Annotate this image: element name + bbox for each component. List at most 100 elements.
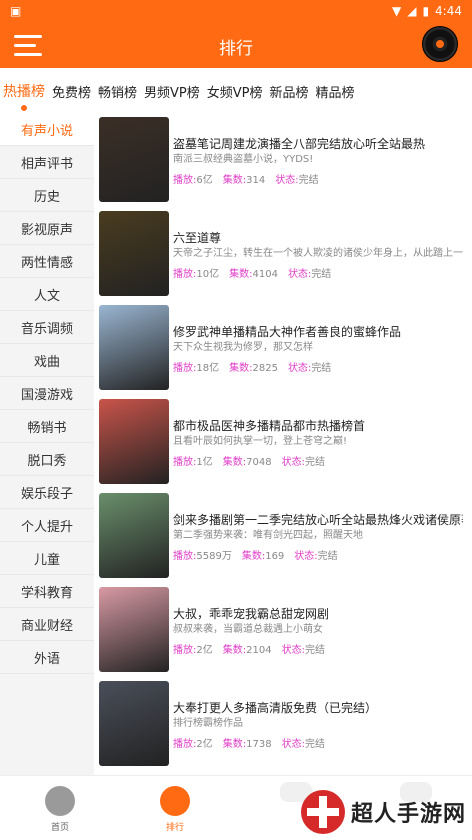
status-right: ▼ ◢ ▮ 4:44 [392,4,462,18]
watermark-logo-icon [300,790,345,834]
tab-female-vip[interactable]: 女频VP榜 [207,82,263,101]
status-label: 状态: [294,551,318,562]
tab-bestseller[interactable]: 畅销榜 [98,82,137,101]
app-root: ▣ ▼ ◢ ▮ 4:44 排行 热播榜 免费榜 畅销榜 男频VP榜 女频VP榜 … [0,0,472,840]
status-label: 状态: [275,175,299,186]
episodes-label: 集数: [222,739,247,750]
plays-label: 播放: [173,175,197,186]
sidebar-item-comedy[interactable]: 娱乐段子 [0,476,94,509]
nav-ranking-label: 排行 [165,823,184,833]
episodes-label: 集数: [241,551,266,562]
plays-value: 5589万 [196,551,232,562]
status-label: 状态: [281,739,305,750]
bottom-nav: 首页 排行 超人手游网 [0,775,472,840]
episodes-label: 集数: [222,645,247,656]
sidebar-item-relationship[interactable]: 两性情感 [0,245,94,278]
tab-free[interactable]: 免费榜 [52,82,91,101]
status-label: 状态: [287,363,312,374]
category-sidebar: 有声小说 相声评书 历史 影视原声 两性情感 人文 音乐调频 戏曲 国漫游戏 畅… [0,113,94,775]
vinyl-record-icon[interactable] [422,26,458,62]
sidebar-item-talkshow[interactable]: 脱口秀 [0,443,94,476]
status-value: 完结 [298,175,319,186]
sidebar-item-education[interactable]: 学科教育 [0,575,94,608]
book-title: 都市极品医神多播精品都市热播榜首 [173,419,366,433]
sidebar-item-soundtrack[interactable]: 影视原声 [0,212,94,245]
episodes-value: 2825 [252,363,278,374]
plays-value: 18亿 [196,363,220,374]
plays-label: 播放: [173,645,197,656]
title-bar: 排行 [0,22,472,68]
sidebar-item-business[interactable]: 商业财经 [0,608,94,641]
book-title: 大奉打更人多播高清版免费（已完结） [173,701,378,715]
sidebar-item-audiobook[interactable]: 有声小说 [0,113,94,146]
status-value: 完结 [311,363,332,374]
tab-male-vip[interactable]: 男频VP榜 [144,82,200,101]
tab-hot[interactable]: 热播榜 [3,81,45,111]
book-cover[interactable] [99,493,169,578]
battery-icon: ▮ [422,4,430,18]
list-item[interactable]: 大奉打更人多播高清版免费（已完结） 排行榜霸榜作品 播放:2亿 集数:1738 状态:完… [94,677,472,771]
status-label: 状态: [281,457,305,468]
plays-label: 播放: [173,739,197,750]
status-bar: ▣ ▼ ◢ ▮ 4:44 [0,0,472,22]
status-value: 完结 [317,551,338,562]
plays-value: 6亿 [196,175,213,186]
book-description: 第二季强势来袭：唯有剑光四起，照醒天地 [173,530,363,541]
book-cover[interactable] [99,681,169,766]
book-title: 大叔，乖乖宠我霸总甜宠网剧 [173,607,330,621]
book-description: 排行榜霸榜作品 [173,718,243,729]
book-title: 盗墓笔记周建龙演播全八部完结放心听全站最热 [173,137,426,151]
sidebar-item-children[interactable]: 儿童 [0,542,94,575]
book-meta: 播放:1亿 集数:7048 状态:完结 [173,453,335,468]
tab-premium[interactable]: 精品榜 [316,82,355,101]
episodes-value: 1738 [246,739,272,750]
book-description: 天下众生视我为修罗，那又怎样 [173,342,313,353]
book-cover[interactable] [99,117,169,202]
list-item[interactable]: 六至道尊天帝之子江尘，转生在一个被人欺凌的诸侯少年身上，从此踏上一段荡杀各种天才… [94,207,472,301]
sidebar-item-language[interactable]: 外语 [0,641,94,674]
plays-label: 播放: [173,269,197,280]
sidebar-item-bestseller[interactable]: 畅销书 [0,410,94,443]
watermark-text: 超人手游网 [350,802,466,827]
tab-new[interactable]: 新品榜 [270,82,309,101]
signal-icon: ◢ [407,4,417,18]
book-cover[interactable] [99,211,169,296]
sidebar-item-self-improvement[interactable]: 个人提升 [0,509,94,542]
nav-home[interactable]: 首页 [30,786,90,833]
book-meta: 播放:2亿 集数:2104 状态:完结 [173,641,335,656]
episodes-value: 314 [246,175,266,186]
book-description: 且看叶辰如何执掌一切，登上苍穹之巅! [173,436,348,447]
book-list: 盗墓笔记周建龙演播全八部完结放心听全站最热 南派三叔经典盗墓小说，YYDS! 播放:… [94,113,472,775]
list-item[interactable]: 都市极品医神多播精品都市热播榜首 且看叶辰如何执掌一切，登上苍穹之巅! 播放:1亿集… [94,395,472,489]
nav-home-label: 首页 [50,823,69,833]
plays-label: 播放: [173,551,197,562]
sidebar-item-crosstalk[interactable]: 相声评书 [0,146,94,179]
sidebar-item-opera[interactable]: 戏曲 [0,344,94,377]
book-cover[interactable] [99,587,169,672]
status-label: 状态: [281,645,305,656]
plays-value: 2亿 [196,739,213,750]
list-item[interactable]: 盗墓笔记周建龙演播全八部完结放心听全站最热 南派三叔经典盗墓小说，YYDS! 播放:… [94,113,472,207]
list-item[interactable]: 大叔，乖乖宠我霸总甜宠网剧 叔叔来袭，当霸道总裁遇上小萌女 播放:2亿 集数:2104… [94,583,472,677]
sidebar-item-music-fm[interactable]: 音乐调频 [0,311,94,344]
sidebar-item-anime-games[interactable]: 国漫游戏 [0,377,94,410]
home-icon [45,786,75,816]
book-meta: 播放:10亿 集数:4104 状态:完结 [173,265,341,280]
plays-value: 1亿 [196,457,213,468]
episodes-value: 7048 [246,457,272,468]
plays-label: 播放: [173,457,197,468]
page-title: 排行 [219,39,253,59]
sidebar-item-history[interactable]: 历史 [0,179,94,212]
nav-ranking[interactable]: 排行 [145,786,205,833]
episodes-label: 集数: [229,269,253,280]
episodes-label: 集数: [222,175,247,186]
list-item[interactable]: 剑来多播剧第一二季完结放心听全站最热烽火戏诸侯原著 第二季强势来袭：唯有剑光四起，… [94,489,472,583]
list-item[interactable]: 修罗武神单播精品大神作者善良的蜜蜂作品 天下众生视我为修罗，那又怎样 播放:18亿集… [94,301,472,395]
status-value: 完结 [304,457,325,468]
book-cover[interactable] [99,305,169,390]
book-meta: 播放:6亿 集数:314 状态:完结 [173,171,329,186]
status-label: 状态: [287,269,312,280]
sidebar-item-humanities[interactable]: 人文 [0,278,94,311]
book-cover[interactable] [99,399,169,484]
book-meta: 播放:2亿 集数:1738 状态:完结 [173,735,335,750]
